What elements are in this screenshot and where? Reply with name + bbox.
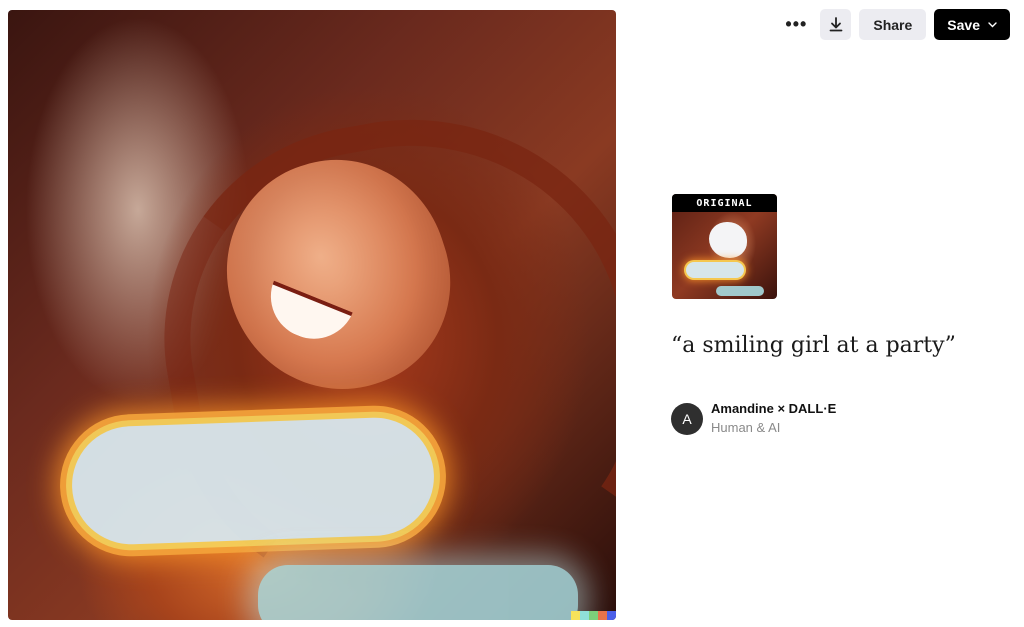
thumbnail-glow-bar	[686, 262, 744, 278]
erased-region	[709, 222, 747, 258]
thumbnail-glow-bar-secondary	[716, 286, 764, 296]
top-toolbar: ••• Share Save	[780, 9, 1010, 40]
author-role: Human & AI	[711, 420, 781, 435]
generated-image[interactable]	[8, 10, 616, 620]
original-image-thumbnail[interactable]: ORIGINAL	[672, 194, 777, 299]
chevron-down-icon	[988, 21, 997, 27]
dalle-signature-strip	[571, 611, 616, 620]
more-horizontal-icon: •••	[785, 14, 808, 34]
save-button-label: Save	[947, 16, 980, 33]
signature-swatch	[589, 611, 598, 620]
share-button[interactable]: Share	[859, 9, 927, 40]
signature-swatch	[598, 611, 607, 620]
author-text: Amandine × DALL·E Human & AI	[711, 401, 836, 437]
download-button[interactable]	[820, 9, 852, 40]
signature-swatch	[607, 611, 616, 620]
author-name[interactable]: Amandine × DALL·E	[711, 401, 836, 417]
more-options-button[interactable]: •••	[780, 9, 812, 40]
download-icon	[829, 17, 843, 32]
author-info[interactable]: A Amandine × DALL·E Human & AI	[671, 401, 836, 437]
prompt-text: “a smiling girl at a party”	[671, 333, 956, 358]
image-glow-bar-secondary	[258, 565, 578, 620]
share-button-label: Share	[873, 16, 913, 33]
signature-swatch	[571, 611, 580, 620]
original-label: ORIGINAL	[672, 194, 777, 212]
save-button[interactable]: Save	[934, 9, 1010, 40]
signature-swatch	[580, 611, 589, 620]
avatar[interactable]: A	[671, 403, 703, 435]
image-glow-bar	[70, 415, 436, 547]
